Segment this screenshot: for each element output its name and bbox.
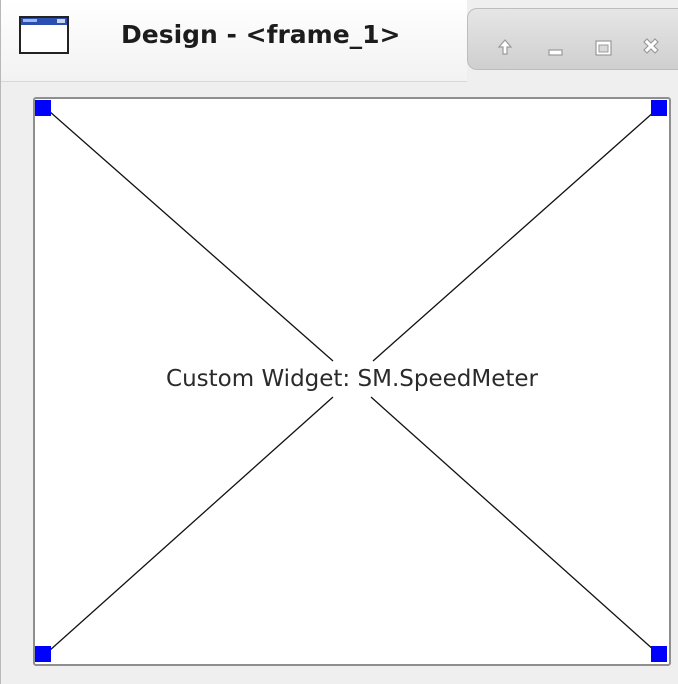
title-bar-active-area[interactable]: Design - <frame_1> xyxy=(1,0,467,82)
close-button[interactable] xyxy=(636,33,666,63)
window-controls xyxy=(467,8,678,70)
resize-handle-bottom-right[interactable] xyxy=(651,646,667,662)
maximize-button[interactable] xyxy=(588,33,618,63)
window-icon[interactable] xyxy=(19,16,69,54)
minimize-icon xyxy=(548,49,563,56)
design-window: Design - <frame_1> Custom Widget: SM.Spe… xyxy=(0,0,678,684)
widget-label-text: Custom Widget: SM.SpeedMeter xyxy=(163,366,541,392)
shade-button[interactable] xyxy=(490,33,520,63)
window-title: Design - <frame_1> xyxy=(121,20,401,49)
arrow-up-icon xyxy=(497,39,513,55)
minimize-button[interactable] xyxy=(540,33,570,63)
maximize-icon xyxy=(595,40,612,56)
resize-handle-top-left[interactable] xyxy=(35,100,51,116)
title-bar[interactable]: Design - <frame_1> xyxy=(1,0,678,82)
widget-placeholder-label: Custom Widget: SM.SpeedMeter xyxy=(35,366,669,392)
custom-widget-placeholder[interactable]: Custom Widget: SM.SpeedMeter xyxy=(33,97,671,666)
close-icon xyxy=(643,38,659,54)
resize-handle-top-right[interactable] xyxy=(651,100,667,116)
resize-handle-bottom-left[interactable] xyxy=(35,646,51,662)
